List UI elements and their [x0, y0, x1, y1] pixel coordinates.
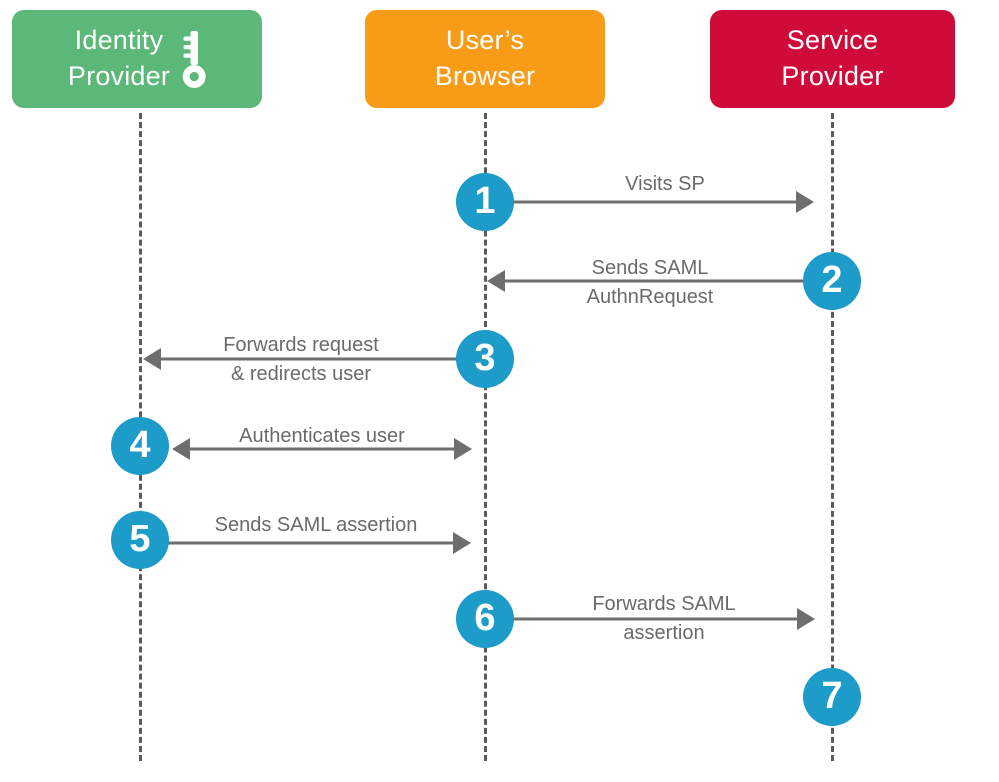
lifeline-service-provider — [831, 113, 834, 761]
actor-service-provider-content: Service Provider — [781, 23, 883, 94]
actor-identity-provider-content: Identity Provider — [68, 23, 206, 94]
step-number-6: 6 — [474, 597, 496, 639]
step-circle-7[interactable]: 7 — [803, 668, 861, 726]
step-circle-2[interactable]: 2 — [803, 252, 861, 310]
key-icon — [182, 31, 206, 88]
step-number-3: 3 — [474, 337, 496, 379]
step-circle-1[interactable]: 1 — [456, 173, 514, 231]
actor-service-provider-label: Service Provider — [781, 25, 884, 91]
label-step-3: Forwards request & redirects user — [223, 334, 379, 385]
label-step-4: Authenticates user — [239, 425, 405, 447]
label-step-5: Sends SAML assertion — [214, 514, 418, 536]
actor-user-browser-label: User’s Browser — [434, 25, 536, 91]
actor-user-browser: User’s Browser — [365, 10, 605, 108]
step-number-4: 4 — [129, 424, 151, 466]
actor-service-provider: Service Provider — [710, 10, 955, 108]
step-circle-5[interactable]: 5 — [111, 511, 169, 569]
step-number-7: 7 — [821, 675, 843, 717]
step-circle-4[interactable]: 4 — [111, 417, 169, 475]
step-number-5: 5 — [129, 518, 151, 560]
label-step-1: Visits SP — [625, 173, 705, 195]
actor-identity-provider: Identity Provider — [12, 10, 262, 108]
step-circle-6[interactable]: 6 — [456, 590, 514, 648]
label-step-2: Sends SAML AuthnRequest — [586, 257, 714, 308]
saml-sso-sequence-diagram: Identity Provider User’s Browser Service… — [0, 0, 999, 782]
label-step-6: Forwards SAML assertion — [592, 593, 736, 644]
actor-identity-provider-label: Identity Provider — [67, 25, 171, 91]
step-number-1: 1 — [474, 180, 496, 222]
actor-user-browser-content: User’s Browser — [435, 23, 535, 94]
step-number-2: 2 — [821, 259, 843, 301]
step-circle-3[interactable]: 3 — [456, 330, 514, 388]
